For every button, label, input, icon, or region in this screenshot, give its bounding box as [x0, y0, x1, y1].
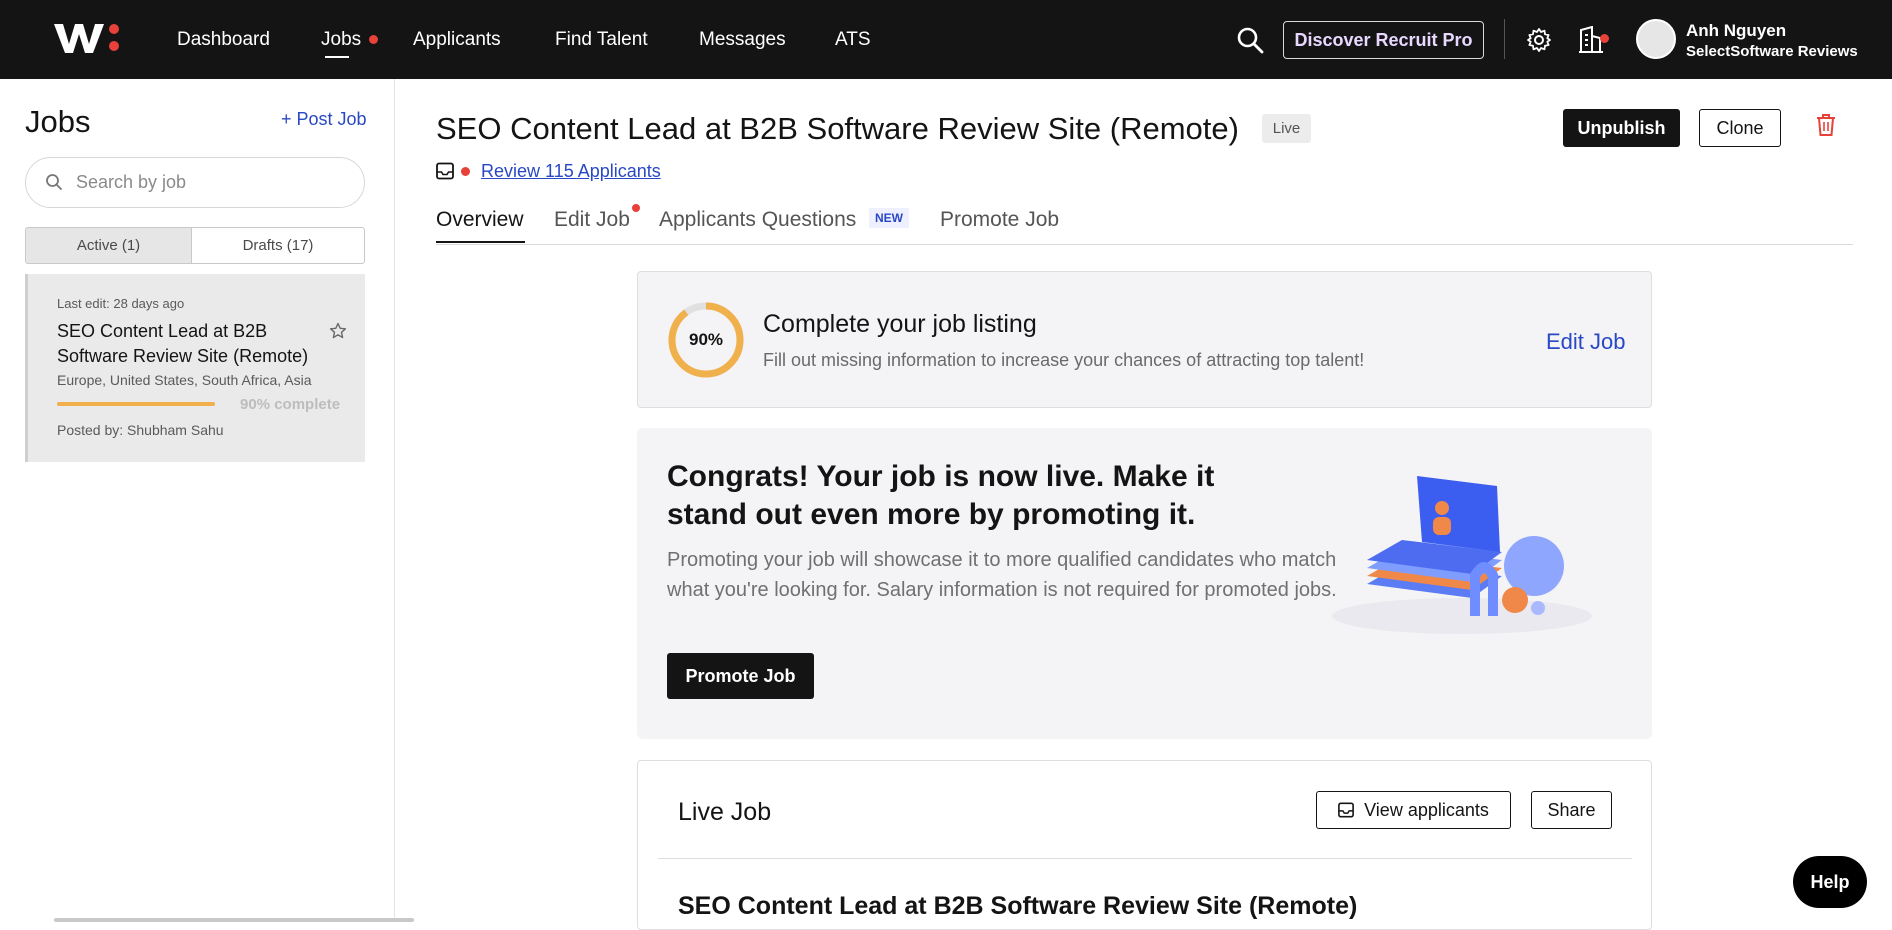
- page-title: SEO Content Lead at B2B Software Review …: [436, 111, 1239, 146]
- nav-divider: [1504, 19, 1505, 59]
- promote-card-title: Congrats! Your job is now live. Make it …: [667, 460, 1215, 531]
- search-icon: [46, 174, 62, 190]
- star-icon[interactable]: [329, 322, 347, 340]
- inbox-icon: [1338, 802, 1355, 818]
- help-button[interactable]: Help: [1793, 856, 1867, 908]
- live-job-heading: Live Job: [678, 798, 772, 826]
- inbox-icon: [436, 162, 454, 180]
- clone-button[interactable]: Clone: [1699, 109, 1781, 147]
- complete-listing-title: Complete your job listing: [763, 310, 1037, 338]
- tab-overview[interactable]: Overview: [436, 208, 524, 232]
- job-location: Europe, United States, South Africa, Asi…: [57, 372, 312, 388]
- edit-job-notification-dot: [632, 204, 640, 212]
- live-card-divider: [658, 858, 1632, 859]
- review-applicants-link[interactable]: Review 115 Applicants: [481, 161, 661, 182]
- job-last-edit: Last edit: 28 days ago: [57, 296, 185, 311]
- tabs-divider: [436, 244, 1853, 245]
- top-navbar: Dashboard Jobs Applicants Find Talent Me…: [0, 0, 1892, 79]
- nav-ats[interactable]: ATS: [835, 29, 871, 51]
- post-job-link[interactable]: + Post Job: [281, 109, 367, 130]
- nav-active-indicator: [325, 56, 349, 58]
- view-applicants-label: View applicants: [1364, 799, 1489, 820]
- promotion-illustration: [1332, 476, 1592, 634]
- user-name[interactable]: Anh Nguyen: [1686, 21, 1786, 41]
- job-progress-bar: [57, 402, 215, 406]
- new-badge: NEW: [869, 208, 909, 228]
- nav-dashboard[interactable]: Dashboard: [177, 29, 270, 51]
- unpublish-button[interactable]: Unpublish: [1563, 109, 1680, 147]
- job-progress-label: 90% complete: [240, 396, 341, 413]
- edit-job-link[interactable]: Edit Job: [1546, 329, 1626, 355]
- tab-draft-jobs[interactable]: Drafts (17): [191, 227, 365, 264]
- gear-icon[interactable]: [1526, 27, 1552, 53]
- nav-find-talent[interactable]: Find Talent: [555, 29, 648, 51]
- search-icon[interactable]: [1236, 26, 1264, 54]
- company-notification-dot: [1600, 34, 1609, 43]
- user-company[interactable]: SelectSoftware Reviews: [1686, 43, 1858, 60]
- discover-recruit-pro-button[interactable]: Discover Recruit Pro: [1283, 21, 1484, 59]
- complete-listing-subtitle: Fill out missing information to increase…: [763, 350, 1365, 370]
- job-search-placeholder: Search by job: [76, 172, 187, 192]
- applicants-notification-dot: [461, 167, 470, 176]
- logo[interactable]: [54, 20, 122, 56]
- view-applicants-button[interactable]: View applicants: [1316, 791, 1511, 829]
- nav-messages[interactable]: Messages: [699, 29, 786, 51]
- tab-promote-job[interactable]: Promote Job: [940, 208, 1059, 232]
- active-tab-indicator: [436, 241, 525, 243]
- live-job-title: SEO Content Lead at B2B Software Review …: [678, 892, 1358, 920]
- complete-listing-card: [637, 271, 1652, 408]
- promote-job-button[interactable]: Promote Job: [667, 653, 814, 699]
- avatar[interactable]: [1636, 19, 1676, 59]
- nav-jobs[interactable]: Jobs: [321, 29, 361, 51]
- job-list-item-title[interactable]: SEO Content Lead at B2B Software Review …: [57, 319, 317, 369]
- job-posted-by: Posted by: Shubham Sahu: [57, 422, 224, 438]
- completion-percent: 90%: [688, 330, 724, 349]
- trash-icon[interactable]: [1816, 113, 1836, 137]
- jobs-notification-dot: [369, 35, 378, 44]
- tab-applicants-questions[interactable]: Applicants Questions: [659, 208, 856, 232]
- status-badge: Live: [1262, 114, 1311, 143]
- promote-card-body: Promoting your job will showcase it to m…: [667, 549, 1337, 601]
- tab-edit-job[interactable]: Edit Job: [554, 208, 630, 232]
- nav-applicants[interactable]: Applicants: [413, 29, 501, 51]
- share-button[interactable]: Share: [1531, 791, 1612, 829]
- tab-active-jobs[interactable]: Active (1): [25, 227, 192, 264]
- horizontal-scrollbar[interactable]: [54, 918, 414, 922]
- sidebar-title: Jobs: [25, 104, 91, 139]
